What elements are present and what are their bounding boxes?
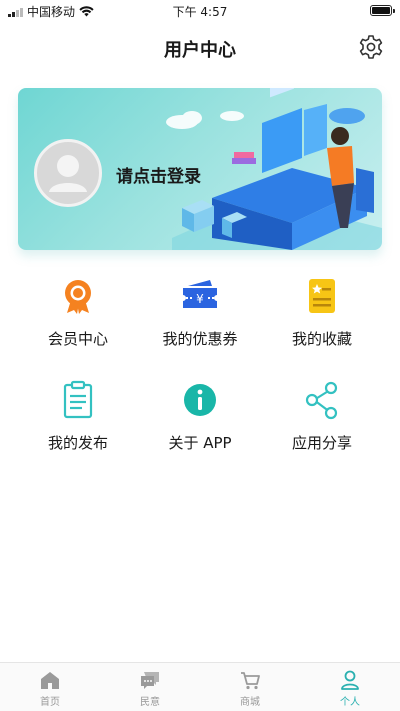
home-icon: [41, 672, 59, 689]
grid-label: 关于 APP: [168, 434, 232, 452]
workstation-illustration: [166, 88, 382, 250]
share-icon: [305, 381, 338, 420]
medal-icon: [65, 280, 91, 314]
grid-label: 我的发布: [47, 434, 108, 452]
tab-label: 民意: [140, 697, 160, 708]
cart-icon: [241, 672, 260, 690]
battery-icon: [370, 5, 395, 16]
coupon-icon: ¥: [183, 280, 217, 308]
bookmark-note-icon: [309, 279, 335, 313]
login-banner[interactable]: 请点击登录: [18, 88, 382, 250]
chat-icon: [141, 672, 159, 689]
tab-label: 个人: [340, 697, 360, 708]
tab-opinion[interactable]: 民意: [100, 663, 200, 711]
gear-icon[interactable]: [358, 34, 384, 60]
svg-text:¥: ¥: [196, 292, 204, 306]
coupons-item[interactable]: ¥ 我的优惠券: [140, 276, 260, 349]
status-time: 下午 4:57: [172, 5, 228, 19]
my-posts-item[interactable]: 我的发布: [18, 380, 138, 453]
tab-label: 首页: [40, 697, 60, 708]
info-icon: [184, 384, 216, 416]
tab-label: 商城: [240, 697, 260, 708]
tab-mall[interactable]: 商城: [200, 663, 300, 711]
avatar-silhouette: [49, 155, 87, 192]
about-app-item[interactable]: 关于 APP: [140, 380, 260, 453]
tab-personal[interactable]: 个人: [300, 663, 400, 711]
header: 用户中心: [0, 22, 400, 72]
bottom-tab-bar: 首页 民意 商城 个人: [0, 662, 400, 711]
page-title: 用户中心: [164, 40, 236, 61]
tab-home[interactable]: 首页: [0, 663, 100, 711]
person-icon: [341, 670, 359, 690]
share-app-item[interactable]: 应用分享: [262, 380, 382, 453]
clipboard-icon: [63, 380, 93, 419]
grid-label: 会员中心: [47, 330, 108, 348]
member-center-item[interactable]: 会员中心: [18, 276, 138, 349]
status-bar: 中国移动 下午 4:57: [0, 0, 400, 22]
grid-label: 我的收藏: [291, 330, 352, 348]
grid-label: 我的优惠券: [162, 330, 238, 348]
grid-label: 应用分享: [291, 434, 352, 452]
favorites-item[interactable]: 我的收藏: [262, 276, 382, 349]
user-avatar-icon[interactable]: [34, 139, 102, 207]
